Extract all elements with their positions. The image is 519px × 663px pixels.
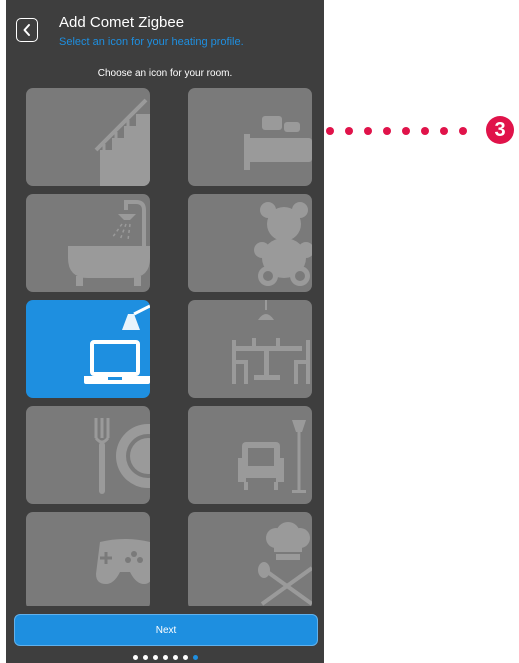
icon-tile-living-room[interactable] <box>188 406 312 504</box>
icon-tile-dining[interactable] <box>188 300 312 398</box>
callout-leader-dots <box>326 126 478 136</box>
page-dot <box>132 655 138 660</box>
page-dot-active <box>192 655 198 660</box>
icon-tile-stairs[interactable] <box>26 88 150 186</box>
page-subtitle: Select an icon for your heating profile. <box>59 36 244 48</box>
bathtub-icon <box>68 200 150 286</box>
icon-tile-bathtub[interactable] <box>26 194 150 292</box>
icon-tile-kitchen[interactable] <box>26 406 150 504</box>
page-dot <box>152 655 158 660</box>
icon-grid <box>26 88 312 606</box>
page-dot <box>142 655 148 660</box>
laptop-lamp-icon <box>84 304 150 384</box>
instruction-text: Choose an icon for your room. <box>97 68 233 79</box>
icon-tile-teddy-bear[interactable] <box>188 194 312 292</box>
icon-tile-laptop[interactable] <box>26 300 150 398</box>
back-button[interactable] <box>16 18 38 42</box>
icon-tile-bed[interactable] <box>188 88 312 186</box>
app-screen: Add Comet Zigbee Select an icon for your… <box>6 0 324 663</box>
dining-table-icon <box>232 300 310 384</box>
icon-tile-kitchen-chef[interactable] <box>188 512 312 606</box>
page-indicator <box>6 655 324 660</box>
icon-tile-game-room[interactable] <box>26 512 150 606</box>
page-dot <box>182 655 188 660</box>
page-title: Add Comet Zigbee <box>59 14 185 31</box>
bed-icon <box>244 116 312 170</box>
page-dot <box>162 655 168 660</box>
fork-plate-icon <box>94 418 150 494</box>
next-button[interactable]: Next <box>14 614 318 646</box>
chef-hat-icon <box>258 522 312 606</box>
armchair-lamp-icon <box>238 420 306 493</box>
chevron-left-icon <box>23 24 30 36</box>
stairs-icon <box>94 98 150 186</box>
page-dot <box>172 655 178 660</box>
teddy-bear-icon <box>254 202 312 286</box>
callout-number-badge: 3 <box>486 116 514 144</box>
game-controller-icon <box>96 539 150 584</box>
